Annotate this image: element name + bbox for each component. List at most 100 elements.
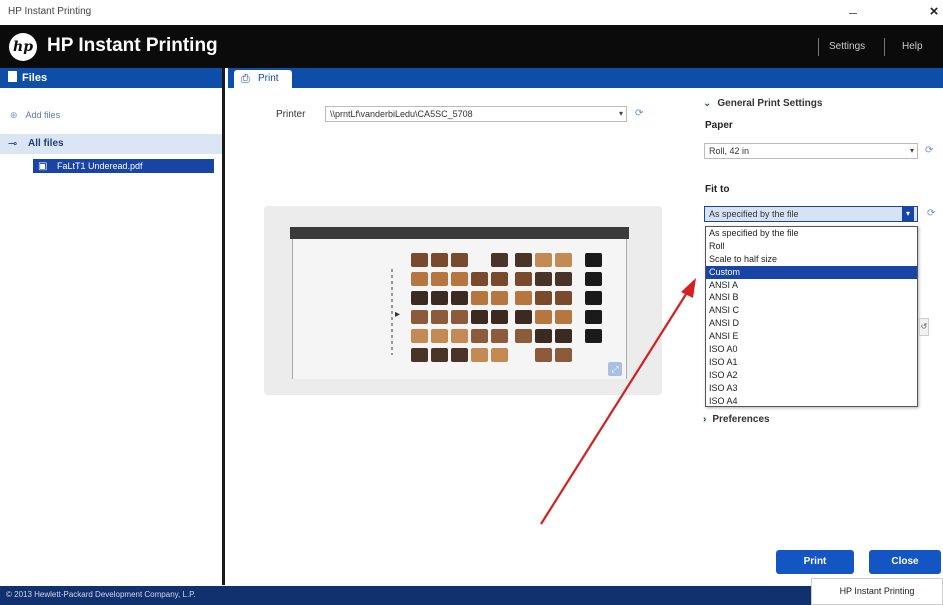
pdf-file-icon: ▣: [38, 161, 48, 172]
chevron-right-icon: ›: [703, 414, 707, 425]
close-window-button[interactable]: ×: [925, 2, 943, 22]
preview-thumbnail: [411, 329, 428, 343]
tab-print[interactable]: ⎙ Print: [234, 70, 292, 88]
preferences-title: Preferences: [712, 414, 770, 425]
preview-thumbnail: [451, 272, 468, 286]
preview-marker: ▸: [395, 309, 401, 320]
fit-option[interactable]: ISO A2: [706, 369, 917, 382]
preview-thumbnail: [555, 272, 572, 286]
taskbar-item[interactable]: HP Instant Printing: [811, 578, 943, 605]
fit-option[interactable]: ISO A4: [706, 395, 917, 408]
header-separator: [884, 38, 885, 56]
preview-thumbnail: [515, 253, 532, 267]
preview-thumbnail: [431, 348, 448, 362]
preview-thumbnail: [431, 310, 448, 324]
window-title: HP Instant Printing: [8, 6, 92, 17]
preview-thumbnail: [535, 348, 552, 362]
add-files-label: Add files: [25, 110, 61, 120]
preview-thumbnail: [411, 310, 428, 324]
general-settings-header[interactable]: ⌄ General Print Settings: [703, 98, 822, 109]
fit-option[interactable]: Scale to half size: [706, 253, 917, 266]
preview-thumbnail: [411, 348, 428, 362]
files-title: Files: [22, 72, 48, 84]
fit-option[interactable]: ISO A3: [706, 382, 917, 395]
preview-thumbnail: [471, 310, 488, 324]
preview-thumbnail: [585, 272, 602, 286]
fit-to-refresh-icon[interactable]: ⟳: [927, 208, 935, 219]
close-button[interactable]: Close: [869, 550, 941, 574]
tab-print-label: Print: [258, 73, 279, 84]
footer-bar: © 2013 Hewlett-Packard Development Compa…: [0, 586, 943, 605]
paper-refresh-icon[interactable]: ⟳: [925, 145, 933, 156]
fit-option[interactable]: ANSI B: [706, 291, 917, 304]
preview-thumbnail: [491, 272, 508, 286]
preview-thumbnail: [411, 272, 428, 286]
preview-thumbnail: [515, 291, 532, 305]
preferences-header[interactable]: › Preferences: [703, 414, 770, 425]
preview-thumbnail: [471, 348, 488, 362]
fit-option[interactable]: ANSI A: [706, 279, 917, 292]
fit-option[interactable]: Roll: [706, 240, 917, 253]
preview-thumbnail: [555, 310, 572, 324]
app-header: hp HP Instant Printing Settings Help: [0, 25, 943, 68]
minimize-button[interactable]: –: [843, 2, 863, 22]
fit-to-label: Fit to: [705, 184, 730, 195]
preview-thumbnail: [555, 291, 572, 305]
fit-option[interactable]: ISO A1: [706, 356, 917, 369]
paper-select[interactable]: Roll, 42 in ▾: [704, 143, 918, 159]
preview-thumbnail: [535, 329, 552, 343]
chevron-down-icon: ▾: [902, 207, 914, 221]
zoom-icon[interactable]: ⤢: [608, 362, 622, 376]
printer-select[interactable]: \\prntLf\vanderbiLedu\CA5SC_5708 ▾: [325, 106, 627, 122]
app-name: HP Instant Printing: [47, 35, 218, 56]
file-list-item[interactable]: ▣ FaLtT1 Underead.pdf: [33, 159, 214, 173]
file-name: FaLtT1 Underead.pdf: [57, 161, 143, 171]
all-files-label: All files: [28, 138, 64, 149]
settings-link[interactable]: Settings: [829, 41, 865, 52]
fit-option[interactable]: Custom: [706, 265, 917, 279]
fit-option[interactable]: ANSI D: [706, 317, 917, 330]
preview-thumbnail: [451, 329, 468, 343]
tab-strip: ⎙ Print: [228, 68, 943, 88]
fit-to-select[interactable]: As specified by the file ▾: [704, 206, 918, 222]
help-link[interactable]: Help: [902, 41, 923, 52]
paper-label: Paper: [705, 120, 733, 131]
side-action-button[interactable]: ↺: [919, 318, 929, 336]
printer-value: \\prntLf\vanderbiLedu\CA5SC_5708: [330, 109, 473, 119]
all-files-item[interactable]: ⊸ All files: [0, 134, 222, 154]
fit-option[interactable]: ANSI C: [706, 304, 917, 317]
preview-thumbnail: [471, 291, 488, 305]
files-icon: [8, 71, 17, 82]
preview-roll-edge: [290, 227, 629, 239]
fit-option[interactable]: ISO A0: [706, 343, 917, 356]
preview-thumbnail: [585, 329, 602, 343]
hp-logo-icon: hp: [9, 33, 37, 61]
preview-thumbnail: [585, 253, 602, 267]
preview-thumbnail: [515, 272, 532, 286]
preview-thumbnail: [411, 253, 428, 267]
preview-thumbnail: [431, 272, 448, 286]
preview-thumbnail: [585, 291, 602, 305]
preview-thumbnail: [491, 310, 508, 324]
preview-thumbnail: [431, 253, 448, 267]
preview-thumbnail: [535, 310, 552, 324]
fit-to-dropdown-list[interactable]: As specified by the file Roll Scale to hal…: [705, 226, 918, 407]
preview-thumbnail: [451, 348, 468, 362]
preview-thumbnail: [451, 253, 468, 267]
preview-thumbnail: [555, 253, 572, 267]
copyright-text: © 2013 Hewlett-Packard Development Compa…: [6, 590, 196, 599]
chevron-down-icon: ⌄: [703, 98, 712, 109]
fit-option[interactable]: As specified by the file: [706, 227, 917, 240]
preview-thumbnail: [471, 272, 488, 286]
preview-thumbnail: [411, 291, 428, 305]
print-button[interactable]: Print: [776, 550, 854, 574]
header-separator: [818, 38, 819, 56]
fit-option[interactable]: ANSI E: [706, 330, 917, 343]
chevron-down-icon: ▾: [909, 146, 914, 155]
add-icon: ⊕: [10, 110, 18, 120]
printer-refresh-icon[interactable]: ⟳: [635, 108, 643, 119]
main-panel: ⎙ Print Printer \\prntLf\vanderbiLedu\CA…: [228, 68, 943, 585]
general-settings-title: General Print Settings: [717, 98, 823, 109]
add-files-button[interactable]: ⊕ Add files: [10, 110, 60, 121]
preview-thumbnail: [585, 310, 602, 324]
